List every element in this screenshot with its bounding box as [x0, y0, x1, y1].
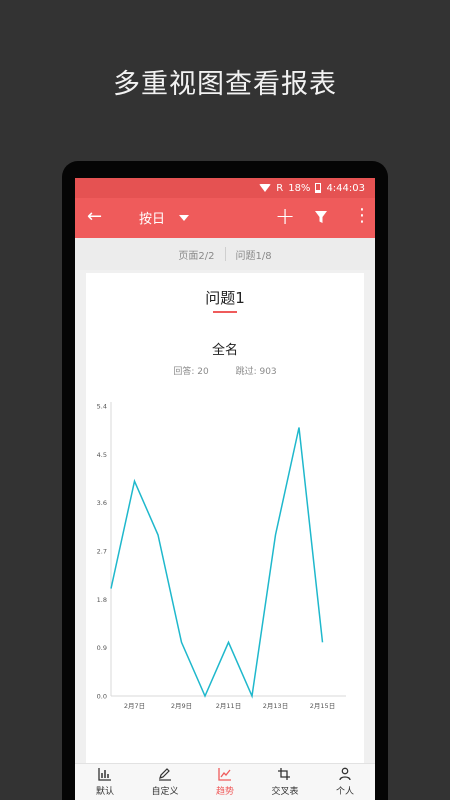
back-arrow-icon[interactable]: ←	[87, 207, 107, 227]
app-screen: R 18% 4:44:03 ← 按日 + ⋮ 页面2/2 问题1/8 问题1 全…	[75, 178, 375, 800]
bottom-nav-item[interactable]: 交叉表	[255, 764, 315, 800]
battery-icon	[315, 183, 322, 193]
signal-indicator: R	[276, 182, 284, 194]
y-tick-label: 0.0	[97, 693, 107, 701]
bottom-nav-label: 趋势	[215, 787, 234, 797]
y-tick-label: 4.5	[97, 451, 107, 459]
bottom-nav-label: 个人	[335, 787, 354, 797]
divider	[224, 247, 226, 261]
x-tick-label: 2月9日	[171, 702, 192, 710]
status-time: 4:44:03	[326, 182, 365, 194]
add-icon[interactable]: +	[275, 204, 295, 228]
bottom-nav-item[interactable]: 趋势	[195, 764, 255, 800]
bottom-nav-item[interactable]: 自定义	[135, 764, 195, 800]
chevron-down-icon	[179, 214, 190, 221]
date-grouping-dropdown[interactable]: 按日	[139, 208, 190, 227]
filter-icon[interactable]	[314, 210, 328, 224]
y-tick-label: 5.4	[97, 403, 107, 411]
y-tick-label: 0.9	[97, 644, 107, 652]
page-indicator-bar: 页面2/2 问题1/8	[75, 238, 375, 270]
battery-percent: 18%	[288, 182, 311, 194]
bottom-nav-label: 交叉表	[271, 787, 299, 797]
y-tick-label: 1.8	[97, 596, 107, 604]
wifi-icon	[259, 184, 272, 192]
y-tick-label: 3.6	[97, 499, 107, 507]
question-indicator[interactable]: 问题1/8	[236, 247, 272, 262]
promo-title: 多重视图查看报表	[113, 69, 337, 100]
x-tick-label: 2月11日	[216, 702, 241, 710]
bottom-navigation: 默认 自定义 趋势 交叉表 个人	[75, 763, 375, 800]
app-bar: ← 按日 + ⋮	[75, 198, 375, 238]
bottom-nav-item[interactable]: 默认	[75, 764, 135, 800]
crosstab-icon	[278, 768, 290, 780]
bottom-nav-item[interactable]: 个人	[315, 764, 375, 800]
bottom-nav-label: 自定义	[151, 787, 179, 797]
x-tick-label: 2月13日	[263, 702, 288, 710]
x-tick-label: 2月7日	[124, 702, 145, 710]
app-bar-title: 按日	[139, 212, 166, 227]
bar-chart-icon	[98, 768, 111, 781]
person-icon	[339, 767, 351, 781]
pen-icon	[159, 768, 171, 781]
trend-icon	[218, 768, 231, 781]
more-vertical-icon[interactable]: ⋮	[353, 206, 371, 226]
y-tick-label: 2.7	[97, 548, 107, 556]
page-indicator[interactable]: 页面2/2	[178, 247, 214, 262]
trend-line-chart: 0.0 0.9 1.8 2.7 3.6 4.5 5.4 2月7日 2月9日 2月11日 2月13日 2…	[97, 402, 346, 710]
bottom-nav-label: 默认	[95, 787, 114, 797]
x-tick-label: 2月15日	[310, 702, 335, 710]
status-bar: R 18% 4:44:03	[75, 178, 375, 198]
series-line	[110, 427, 324, 699]
